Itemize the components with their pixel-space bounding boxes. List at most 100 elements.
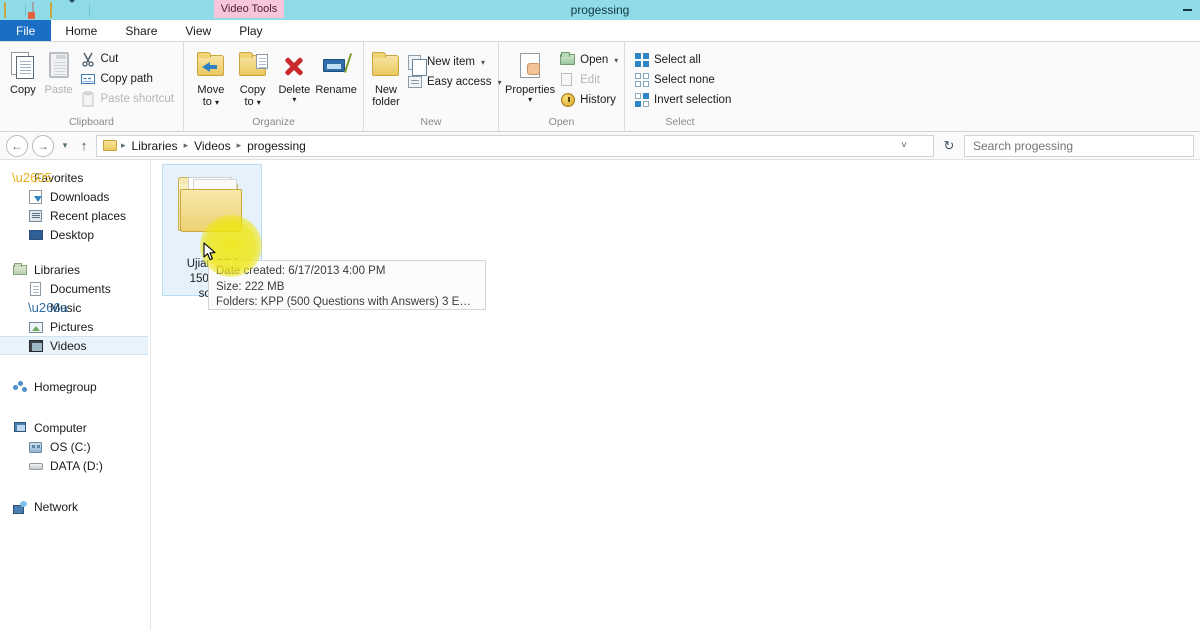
title-bar: progessing Video Tools (0, 0, 1200, 20)
copy-path-icon (80, 71, 96, 87)
new-item-icon (407, 54, 427, 76)
item-tooltip: Date created: 6/17/2013 4:00 PM Size: 22… (208, 260, 486, 310)
sidebar-item-desktop[interactable]: Desktop (0, 225, 150, 244)
rename-icon (320, 50, 353, 82)
select-none-button[interactable]: Select none (631, 70, 734, 90)
edit-button[interactable]: Edit (557, 70, 621, 90)
sidebar-item-computer[interactable]: Computer (0, 418, 150, 437)
sidebar-item-data-d[interactable]: DATA (D:) (0, 456, 150, 475)
sidebar-item-recent-places[interactable]: Recent places (0, 206, 150, 225)
sidebar-item-pictures[interactable]: Pictures (0, 317, 150, 336)
music-icon: \u266a (28, 299, 68, 315)
copy-icon (7, 50, 39, 82)
ribbon-group-new: New folder New item ▾ Easy access ▾ New (364, 42, 502, 131)
select-all-button[interactable]: Select all (631, 50, 734, 70)
file-explorer-window: progessing Video Tools File Home Share V… (0, 0, 1200, 630)
tooltip-size: Size: 222 MB (216, 280, 285, 293)
copy-path-button[interactable]: Copy path (77, 69, 177, 89)
sidebar-item-network[interactable]: Network (0, 497, 150, 516)
history-button[interactable]: History (557, 90, 621, 110)
sidebar-item-downloads[interactable]: Downloads (0, 187, 150, 206)
sidebar-item-favorites[interactable]: \u2605 Favorites (0, 168, 150, 187)
select-none-icon (634, 72, 650, 88)
copy-to-icon (237, 50, 269, 82)
pictures-icon (28, 319, 44, 335)
copy-to-button[interactable]: Copy to ▾ (232, 46, 274, 109)
new-item-button[interactable]: New item ▾ (404, 52, 505, 76)
group-label-new: New (420, 116, 442, 128)
downloads-icon (28, 189, 44, 205)
move-to-button[interactable]: Move to ▾ (190, 46, 232, 109)
paste-icon (43, 50, 75, 82)
back-button[interactable]: ← (6, 134, 28, 157)
tab-home[interactable]: Home (51, 20, 112, 41)
breadcrumb-videos[interactable]: Videos (192, 139, 232, 153)
invert-selection-icon (634, 92, 650, 108)
paste-shortcut-button[interactable]: Paste shortcut (77, 89, 177, 109)
open-button[interactable]: Open ▾ (557, 50, 621, 70)
ribbon: Copy Paste Cut Copy path Paste shortcut … (0, 42, 1200, 132)
computer-icon (12, 420, 28, 436)
ribbon-tab-strip[interactable]: File Home Share View Play (0, 20, 1200, 42)
breadcrumb-libraries[interactable]: Libraries (130, 139, 180, 153)
window-controls[interactable] (1176, 0, 1198, 20)
properties-icon[interactable] (32, 1, 47, 18)
easy-access-button[interactable]: Easy access ▾ (404, 72, 505, 92)
move-to-icon (195, 50, 227, 82)
tooltip-folders: Folders: KPP (500 Questions with Answers… (216, 296, 478, 308)
sidebar-item-music[interactable]: \u266a Music (0, 298, 150, 317)
disk-drive-icon (28, 458, 44, 474)
sidebar-item-libraries[interactable]: Libraries (0, 260, 150, 279)
search-input[interactable] (971, 137, 1187, 154)
tab-file[interactable]: File (0, 20, 52, 41)
tooltip-date-created: Date created: 6/17/2013 4:00 PM (216, 265, 386, 277)
refresh-button[interactable]: ↻ (938, 138, 960, 154)
tab-share[interactable]: Share (111, 20, 171, 41)
nav-gap-2 (0, 355, 150, 377)
navigation-pane: \u2605 Favorites Downloads Recent places… (0, 160, 150, 630)
sidebar-item-os-c[interactable]: OS (C:) (0, 437, 150, 456)
properties-icon (514, 50, 546, 82)
easy-access-icon (407, 74, 423, 90)
breadcrumb[interactable]: ▸ Libraries ▸ Videos ▸ progessing ˅ (96, 134, 934, 157)
invert-selection-button[interactable]: Invert selection (631, 90, 734, 110)
up-button[interactable]: ↑ (76, 138, 92, 153)
minimize-button[interactable] (1176, 0, 1198, 20)
properties-button[interactable]: Properties ▾ (505, 46, 555, 104)
ribbon-group-organize: Move to ▾ Copy to ▾ Delete ▾ Rename Organi… (184, 42, 364, 131)
tab-view[interactable]: View (171, 20, 225, 41)
new-folder-button[interactable]: New folder (370, 46, 402, 108)
hard-drive-icon (28, 439, 44, 455)
folder-icon (178, 175, 246, 233)
cut-icon (80, 51, 96, 67)
forward-button[interactable]: → (32, 134, 54, 157)
quick-access-toolbar[interactable] (0, 0, 93, 20)
ribbon-group-open: Properties ▾ Open ▾ Edit History Open (499, 42, 625, 131)
nav-gap-3 (0, 396, 150, 418)
pane-divider[interactable] (150, 160, 151, 630)
sidebar-item-videos[interactable]: Videos (0, 336, 148, 355)
address-dropdown-icon[interactable]: ˅ (901, 140, 907, 151)
breadcrumb-progessing[interactable]: progessing (245, 139, 308, 153)
copy-button[interactable]: Copy (6, 46, 40, 96)
sidebar-item-homegroup[interactable]: Homegroup (0, 377, 150, 396)
sidebar-item-documents[interactable]: Documents (0, 279, 150, 298)
rename-button[interactable]: Rename (315, 46, 357, 96)
folder-icon[interactable] (4, 1, 19, 18)
recent-places-icon (28, 208, 44, 224)
delete-button[interactable]: Delete ▾ (274, 46, 316, 104)
file-list-pane[interactable]: Ujian,SPJ 1500que softw Date created: 6/… (150, 160, 1200, 630)
paste-button[interactable]: Paste (42, 46, 76, 96)
videos-icon (28, 338, 44, 354)
customize-chevron-icon[interactable] (68, 0, 83, 18)
breadcrumb-sep-0: ▸ (121, 140, 126, 150)
group-label-organize: Organize (252, 116, 295, 128)
recent-locations-chevron-icon[interactable]: ▾ (58, 140, 72, 151)
new-folder-icon[interactable] (50, 1, 65, 18)
documents-icon (28, 281, 44, 297)
cut-button[interactable]: Cut (77, 49, 177, 69)
address-bar: ← → ▾ ↑ ▸ Libraries ▸ Videos ▸ progessin… (0, 132, 1200, 160)
search-box[interactable] (964, 134, 1194, 157)
ribbon-group-clipboard: Copy Paste Cut Copy path Paste shortcut … (0, 42, 184, 131)
tab-play[interactable]: Play (225, 20, 276, 41)
